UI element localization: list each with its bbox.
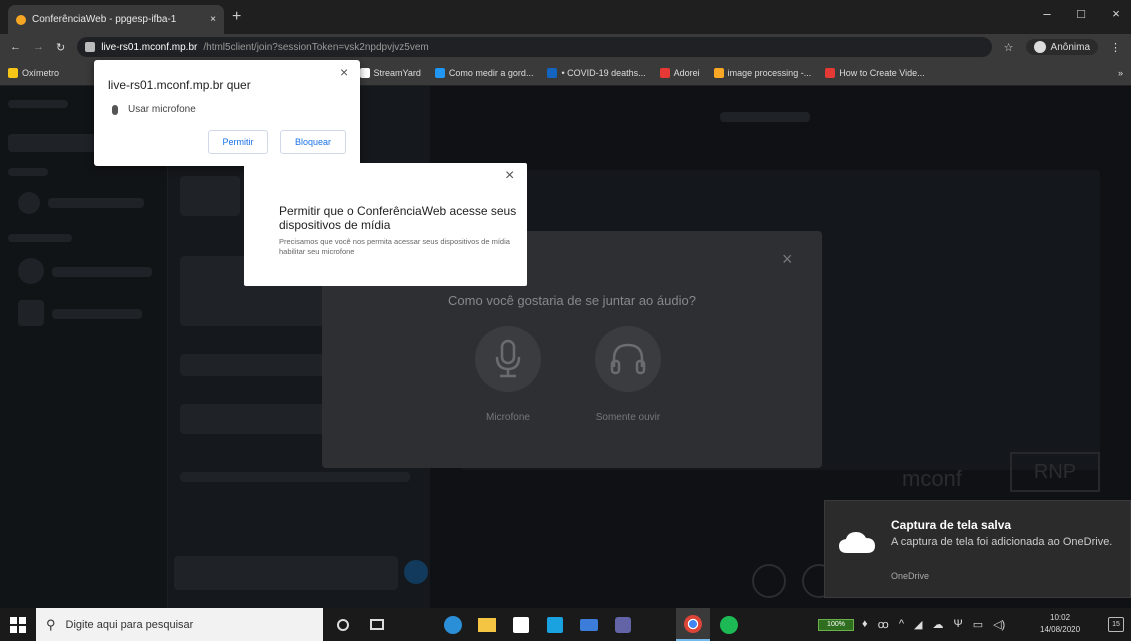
bookmark-favicon-icon bbox=[547, 67, 558, 78]
microphone-option-label: Microfone bbox=[486, 412, 530, 423]
lock-icon bbox=[85, 42, 96, 52]
bookmark-item[interactable]: Adorei bbox=[659, 67, 700, 78]
battery-indicator[interactable]: 100% bbox=[818, 619, 854, 631]
headphones-icon bbox=[610, 343, 646, 375]
network-icon[interactable]: ◢ bbox=[914, 618, 922, 631]
address-bar-row: ← → ↻ live-rs01.mconf.mp.br/html5client/… bbox=[0, 34, 1131, 60]
system-tray: ♦ ꝏ ^ ◢ ☁ Ψ ▭ ◁) bbox=[862, 618, 1005, 631]
microphone-permission-popup: live-rs01.mconf.mp.br quer × Usar microf… bbox=[94, 60, 360, 166]
onedrive-cloud-icon bbox=[839, 532, 875, 553]
windows-taskbar: ⚲ Digite aqui para pesquisar 100% ♦ ꝏ ^ … bbox=[0, 608, 1131, 641]
toast-title: Captura de tela salva bbox=[891, 518, 1012, 532]
block-button[interactable]: Bloquear bbox=[280, 130, 346, 154]
tray-chevron-icon[interactable]: ^ bbox=[899, 618, 904, 631]
task-view-icon[interactable] bbox=[360, 608, 394, 641]
profile-button[interactable]: Anônima bbox=[1025, 39, 1098, 55]
bookmark-favicon-icon bbox=[8, 67, 18, 78]
incognito-avatar-icon bbox=[1033, 41, 1046, 53]
browser-tab[interactable]: ConferênciaWeb - ppgesp-ifba-1 × bbox=[8, 5, 224, 34]
bookmark-item[interactable]: image processing -... bbox=[713, 67, 812, 78]
mconf-logo: mconf bbox=[902, 466, 962, 491]
bookmark-favicon-icon bbox=[359, 67, 370, 78]
bookmark-item[interactable]: Oxímetro bbox=[8, 67, 60, 78]
tab-title: ConferênciaWeb - ppgesp-ifba-1 bbox=[32, 14, 177, 25]
notice-subtext: Precisamos que você nos permita acessar … bbox=[279, 237, 510, 256]
people-icon[interactable]: ꝏ bbox=[878, 618, 889, 631]
chrome-icon[interactable] bbox=[676, 608, 710, 641]
store-icon[interactable] bbox=[504, 608, 538, 641]
permission-popup-title: live-rs01.mconf.mp.br quer bbox=[108, 78, 251, 92]
modal-close-icon[interactable]: × bbox=[782, 249, 793, 270]
notice-heading: Permitir que o ConferênciaWeb acesse seu… bbox=[279, 204, 517, 232]
notification-center-icon[interactable]: 15 bbox=[1108, 617, 1124, 632]
url-host: live-rs01.mconf.mp.br bbox=[101, 41, 198, 53]
edge-browser-icon[interactable] bbox=[436, 608, 470, 641]
url-path: /html5client/join?sessionToken=vsk2npdpv… bbox=[203, 41, 429, 53]
allow-button[interactable]: Permitir bbox=[208, 130, 268, 154]
windows-start-icon[interactable] bbox=[10, 617, 26, 633]
bookmark-favicon-icon bbox=[659, 67, 670, 78]
reload-icon[interactable]: ↻ bbox=[56, 41, 65, 54]
toast-app-name: OneDrive bbox=[891, 571, 930, 581]
minimize-button[interactable]: – bbox=[1036, 6, 1058, 21]
notice-close-icon[interactable]: × bbox=[505, 167, 514, 185]
microphone-option-button[interactable]: Microfone bbox=[460, 326, 556, 423]
browser-tab-bar: ConferênciaWeb - ppgesp-ifba-1 × + – □ × bbox=[0, 0, 1131, 34]
bookmark-star-icon[interactable]: ☆ bbox=[1004, 41, 1014, 54]
bookmarks-more-icon[interactable]: » bbox=[1118, 68, 1123, 78]
bookmark-label: Oxímetro bbox=[22, 67, 60, 78]
camera-app-icon[interactable] bbox=[572, 608, 606, 641]
bookmark-label: image processing -... bbox=[727, 67, 812, 78]
volume-icon[interactable]: ◁) bbox=[993, 618, 1005, 631]
maximize-button[interactable]: □ bbox=[1070, 6, 1092, 21]
search-icon: ⚲ bbox=[46, 616, 56, 632]
permission-request-text: Usar microfone bbox=[128, 104, 196, 115]
url-field[interactable]: live-rs01.mconf.mp.br/html5client/join?s… bbox=[77, 37, 992, 57]
close-window-button[interactable]: × bbox=[1105, 6, 1127, 21]
bookmark-item[interactable]: • COVID-19 deaths... bbox=[547, 67, 646, 78]
listen-only-option-button[interactable]: Somente ouvir bbox=[580, 326, 676, 423]
clock-time: 10:02 bbox=[1050, 613, 1071, 622]
new-tab-button[interactable]: + bbox=[232, 8, 241, 26]
bookmark-label: Adorei bbox=[673, 67, 700, 78]
taskbar-search-box[interactable]: ⚲ Digite aqui para pesquisar bbox=[36, 608, 323, 641]
cloud-tray-icon[interactable]: ☁ bbox=[932, 618, 943, 631]
toast-body: A captura de tela foi adicionada ao OneD… bbox=[891, 536, 1113, 548]
bookmark-label: How to Create Vide... bbox=[839, 67, 925, 78]
screenshot-saved-toast[interactable]: Captura de tela salva A captura de tela … bbox=[824, 500, 1131, 598]
profile-label: Anônima bbox=[1050, 41, 1090, 53]
bookmark-item[interactable]: StreamYard bbox=[359, 67, 421, 78]
bookmark-item[interactable]: Como medir a gord... bbox=[434, 67, 534, 78]
forward-arrow-icon[interactable]: → bbox=[33, 41, 44, 53]
app-l-icon[interactable] bbox=[538, 608, 572, 641]
rnp-logo: RNP bbox=[1010, 452, 1100, 492]
permission-popup-close-icon[interactable]: × bbox=[340, 64, 348, 80]
usb-icon[interactable]: Ψ bbox=[953, 618, 962, 631]
tab-close-icon[interactable]: × bbox=[210, 14, 216, 25]
file-explorer-icon[interactable] bbox=[470, 608, 504, 641]
bookmark-favicon-icon bbox=[434, 67, 445, 78]
bookmark-label: Como medir a gord... bbox=[448, 67, 534, 78]
cortana-icon[interactable] bbox=[326, 608, 360, 641]
system-clock[interactable]: 10:02 14/08/2020 bbox=[1040, 612, 1080, 636]
media-permission-notice: × Permitir que o ConferênciaWeb acesse s… bbox=[244, 163, 527, 286]
clock-date: 14/08/2020 bbox=[1040, 625, 1081, 634]
search-placeholder: Digite aqui para pesquisar bbox=[65, 618, 194, 631]
join-audio-title: Como você gostaria de se juntar ao áudio… bbox=[448, 293, 696, 308]
teams-icon[interactable] bbox=[606, 608, 640, 641]
microphone-icon bbox=[495, 339, 521, 378]
bookmark-favicon-icon bbox=[825, 67, 836, 78]
battery-plug-icon[interactable]: ♦ bbox=[862, 618, 868, 631]
bookmark-label: • COVID-19 deaths... bbox=[561, 67, 646, 78]
bookmark-item[interactable]: How to Create Vide... bbox=[825, 67, 925, 78]
keyboard-icon[interactable]: ▭ bbox=[973, 618, 983, 631]
bookmark-label: StreamYard bbox=[373, 67, 421, 78]
back-arrow-icon[interactable]: ← bbox=[10, 41, 21, 53]
microphone-small-icon bbox=[112, 104, 118, 115]
spotify-icon[interactable] bbox=[712, 608, 746, 641]
listen-only-option-label: Somente ouvir bbox=[595, 412, 661, 423]
site-favicon-icon bbox=[16, 14, 26, 25]
bookmark-favicon-icon bbox=[713, 67, 724, 78]
browser-menu-icon[interactable]: ⋮ bbox=[1110, 41, 1121, 54]
